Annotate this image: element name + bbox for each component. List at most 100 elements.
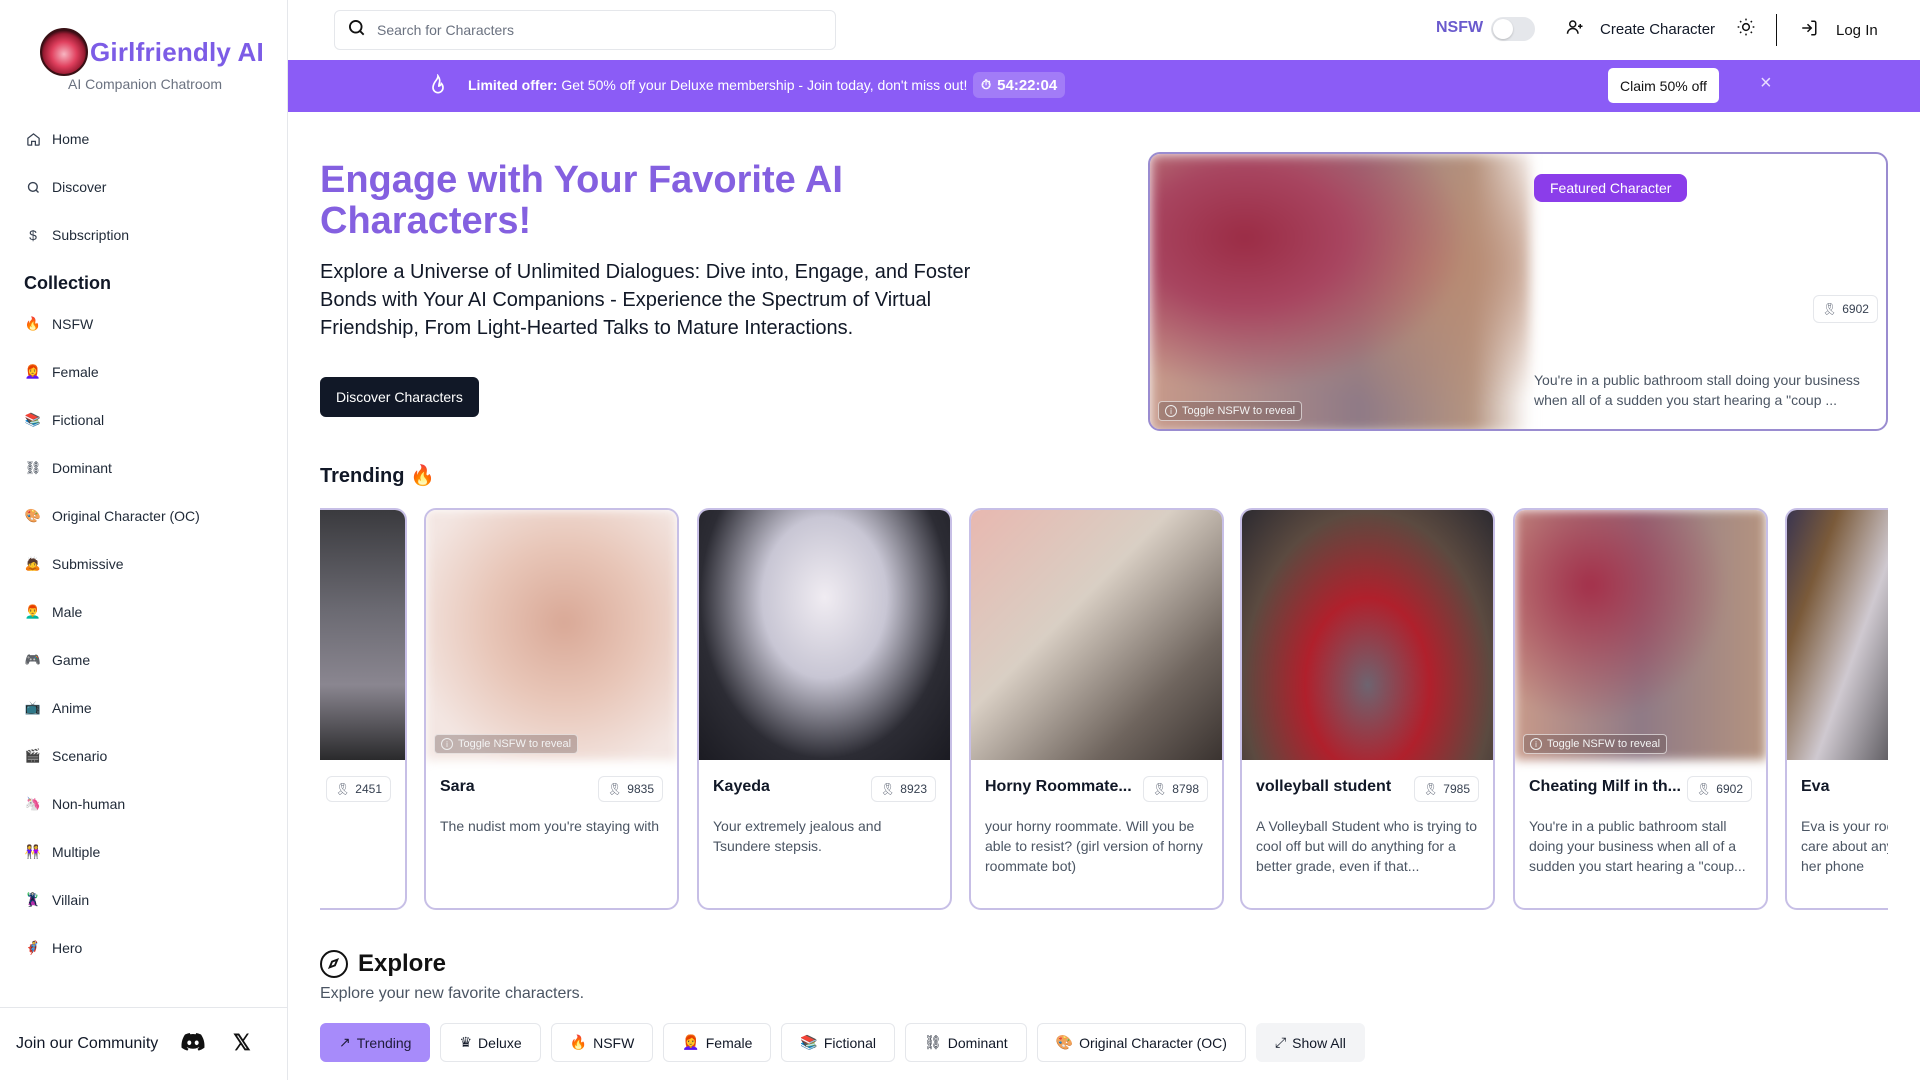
- trending-carousel[interactable]: 🎗 2451 ent i Toggle NSFW to reveal Sara 🎗 9835 T…: [320, 506, 1888, 912]
- character-image: [1515, 510, 1766, 760]
- search-box[interactable]: [334, 10, 836, 50]
- discover-characters-button[interactable]: Discover Characters: [320, 377, 479, 417]
- timer-value: 54:22:04: [997, 76, 1058, 94]
- nsfw-reveal-notice[interactable]: i Toggle NSFW to reveal: [434, 734, 579, 754]
- theme-sun-icon[interactable]: [1736, 17, 1756, 43]
- sidebar-item-villain[interactable]: 🦹 Villain: [24, 892, 89, 908]
- character-card[interactable]: Kayeda 🎗 8923 Your extremely jealous and Ts…: [697, 508, 952, 910]
- character-name: Kayeda: [713, 778, 770, 795]
- chip-show-all[interactable]: ⤢ Show All: [1255, 1023, 1365, 1062]
- award-icon: 🎗: [1696, 782, 1712, 796]
- chip-icon: 📚: [800, 1034, 818, 1050]
- login-label: Log In: [1836, 22, 1878, 39]
- chip-label: NSFW: [593, 1034, 635, 1051]
- login-button[interactable]: Log In: [1800, 19, 1878, 42]
- sidebar-item-label: Multiple: [52, 844, 101, 860]
- lips-logo-icon: [40, 28, 88, 76]
- featured-character-card[interactable]: i Toggle NSFW to reveal Featured Charact…: [1148, 152, 1888, 431]
- collection-heading: Collection: [24, 273, 112, 293]
- sidebar-item-subscription[interactable]: $ Subscription: [24, 226, 129, 244]
- character-image: [971, 510, 1222, 760]
- category-emoji-icon: 👩‍🦰: [24, 364, 42, 379]
- chip-fictional[interactable]: 📚 Fictional: [781, 1023, 895, 1062]
- chip-icon: ⤢: [1274, 1034, 1287, 1050]
- character-card[interactable]: volleyball student 🎗 7985 A Volleyball Stud…: [1240, 508, 1495, 910]
- award-icon: 🎗: [1822, 302, 1838, 316]
- chat-count-badge: 🎗 8798: [1143, 776, 1208, 802]
- sidebar-item-label: Home: [52, 131, 90, 147]
- sidebar-item-anime[interactable]: 📺 Anime: [24, 700, 92, 716]
- nsfw-notice-text: Toggle NSFW to reveal: [1182, 405, 1296, 417]
- chat-count: 8798: [1172, 782, 1199, 796]
- sidebar-item-label: Original Character (OC): [52, 508, 200, 524]
- compass-icon: [320, 950, 348, 978]
- category-emoji-icon: 🙇: [24, 556, 42, 571]
- chip-trending[interactable]: ↗ Trending: [320, 1023, 431, 1062]
- character-name: Sara: [440, 778, 475, 795]
- category-chips: ↗ Trending ♛ Deluxe 🔥 NSFW 👩‍🦰 Female 📚 Fictional…: [320, 1023, 1365, 1062]
- award-icon: 🎗: [1152, 782, 1168, 796]
- nsfw-toggle[interactable]: [1491, 17, 1535, 41]
- search-icon: [24, 178, 42, 196]
- chat-count: 6902: [1842, 302, 1869, 316]
- discord-icon[interactable]: [181, 1032, 205, 1052]
- character-card[interactable]: Eva Eva is your roommate who doesn't care…: [1785, 508, 1888, 910]
- chip-female[interactable]: 👩‍🦰 Female: [663, 1023, 772, 1062]
- flame-icon: [428, 73, 448, 98]
- category-emoji-icon: 📚: [24, 412, 42, 427]
- sidebar-item-label: Male: [52, 604, 83, 620]
- close-icon[interactable]: ×: [1760, 72, 1772, 95]
- sidebar-item-male[interactable]: 👨‍🦰 Male: [24, 604, 82, 620]
- sidebar-item-discover[interactable]: Discover: [24, 178, 106, 196]
- chat-count-badge: 🎗 6902: [1813, 295, 1878, 323]
- character-image: [1787, 510, 1888, 760]
- character-card[interactable]: i Toggle NSFW to reveal Sara 🎗 9835 The nudis…: [424, 508, 679, 910]
- sidebar-item-fictional[interactable]: 📚 Fictional: [24, 412, 104, 428]
- sidebar-item-label: Hero: [52, 940, 83, 956]
- nsfw-reveal-notice[interactable]: i Toggle NSFW to reveal: [1158, 401, 1303, 421]
- chip-label: Deluxe: [478, 1034, 522, 1051]
- sidebar-item-submissive[interactable]: 🙇 Submissive: [24, 556, 124, 572]
- category-emoji-icon: 👭: [24, 844, 42, 859]
- character-card[interactable]: 🎗 2451 ent: [320, 508, 407, 910]
- chip-original-character-oc[interactable]: 🎨 Original Character (OC): [1036, 1023, 1246, 1062]
- sidebar-item-original-character-oc[interactable]: 🎨 Original Character (OC): [24, 508, 200, 524]
- chip-icon: 👩‍🦰: [682, 1034, 700, 1050]
- sidebar-item-multiple[interactable]: 👭 Multiple: [24, 844, 100, 860]
- sidebar-item-game[interactable]: 🎮 Game: [24, 652, 90, 668]
- category-emoji-icon: 🦹: [24, 892, 42, 907]
- sidebar-item-dominant[interactable]: ⛓ Dominant: [24, 460, 112, 476]
- claim-offer-button[interactable]: Claim 50% off: [1608, 68, 1719, 103]
- sidebar-item-label: Subscription: [52, 227, 130, 243]
- search-input[interactable]: [377, 22, 817, 38]
- sidebar-item-female[interactable]: 👩‍🦰 Female: [24, 364, 99, 380]
- chat-count: 7985: [1443, 782, 1470, 796]
- sidebar-item-scenario[interactable]: 🎬 Scenario: [24, 748, 107, 764]
- sidebar-item-nsfw[interactable]: 🔥 NSFW: [24, 316, 93, 332]
- sidebar-item-hero[interactable]: 🦸 Hero: [24, 940, 82, 956]
- chip-deluxe[interactable]: ♛ Deluxe: [440, 1023, 541, 1062]
- sidebar-item-non-human[interactable]: 🦄 Non-human: [24, 796, 125, 812]
- chip-icon: 🔥: [569, 1034, 588, 1050]
- sidebar-item-label: Female: [52, 364, 99, 380]
- sidebar-item-home[interactable]: Home: [24, 130, 89, 148]
- character-name: Horny Roommate...: [985, 778, 1132, 795]
- character-description: ent: [320, 816, 394, 836]
- brand-tagline: AI Companion Chatroom: [68, 76, 223, 92]
- sidebar-item-label: Non-human: [52, 796, 126, 812]
- nsfw-reveal-notice[interactable]: i Toggle NSFW to reveal: [1523, 734, 1668, 754]
- x-twitter-icon[interactable]: 𝕏: [233, 1030, 251, 1056]
- character-name: Eva: [1801, 778, 1830, 795]
- chip-nsfw[interactable]: 🔥 NSFW: [550, 1023, 654, 1062]
- featured-image-blurred: [1150, 154, 1530, 429]
- character-image: [320, 510, 405, 760]
- logo[interactable]: Girlfriendly AI: [40, 28, 264, 76]
- hero-title: Engage with Your Favorite AI Characters!: [320, 159, 843, 242]
- character-card[interactable]: Horny Roommate... 🎗 8798 your horny roommat…: [969, 508, 1224, 910]
- character-card[interactable]: i Toggle NSFW to reveal Cheating Milf in t…: [1513, 508, 1768, 910]
- promo-message: Limited offer: Get 50% off your Deluxe m…: [468, 77, 967, 93]
- sidebar-item-label: NSFW: [52, 316, 94, 332]
- create-character-button[interactable]: Create Character: [1566, 18, 1715, 41]
- chip-dominant[interactable]: ⛓ Dominant: [905, 1023, 1027, 1062]
- category-emoji-icon: 🎬: [24, 748, 42, 763]
